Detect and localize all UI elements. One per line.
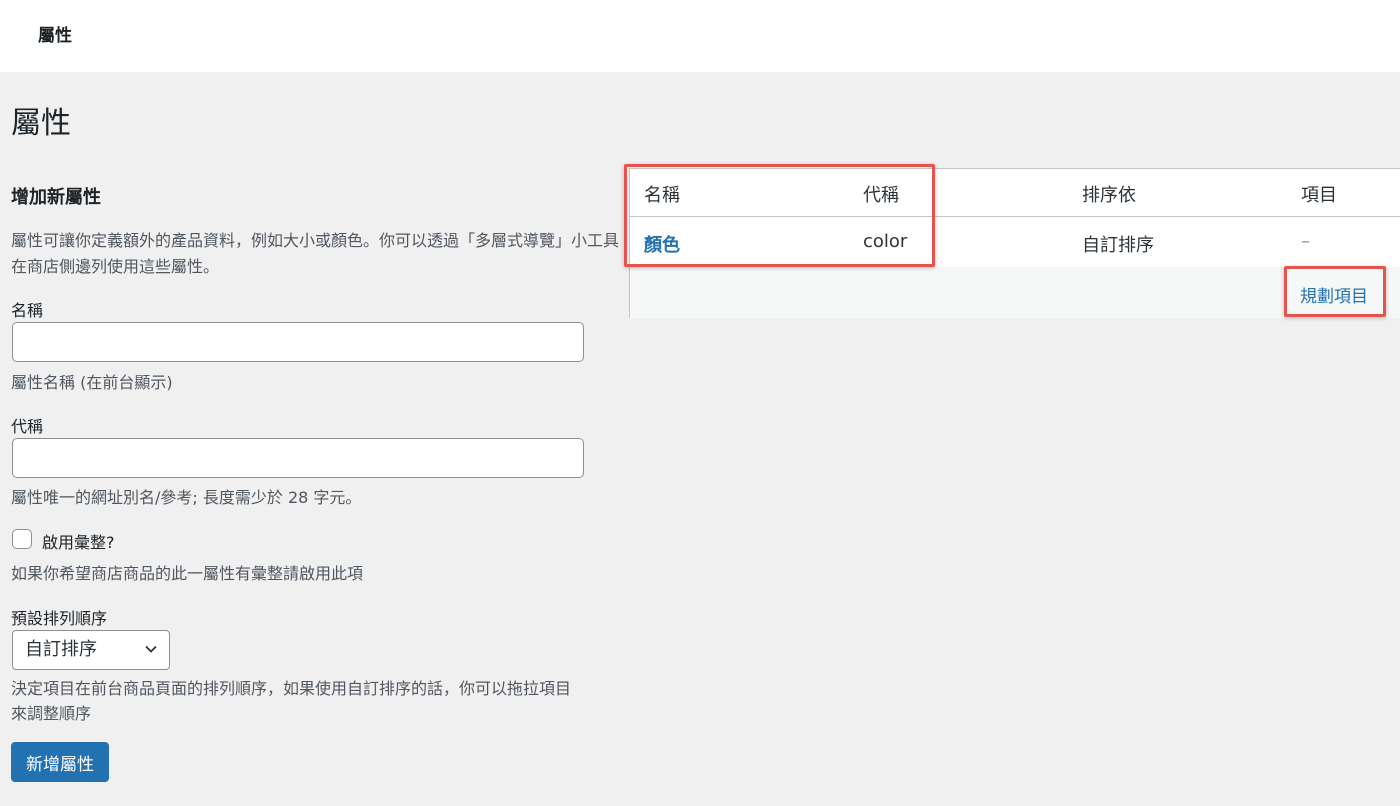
page-title: 屬性 xyxy=(11,106,71,141)
form-heading: 增加新屬性 xyxy=(11,187,101,208)
slug-input[interactable] xyxy=(12,438,584,478)
configure-terms-link[interactable]: 規劃項目 xyxy=(1300,282,1368,307)
default-order-select[interactable]: 自訂排序 xyxy=(12,630,170,670)
enable-archives-label: 啟用彙整? xyxy=(42,533,115,552)
name-label: 名稱 xyxy=(11,301,44,320)
column-header-order-by[interactable]: 排序依 xyxy=(1082,181,1136,207)
attribute-name-link[interactable]: 顏色 xyxy=(644,231,680,257)
attribute-terms: – xyxy=(1301,231,1310,252)
default-order-help: 決定項目在前台商品頁面的排列順序，如果使用自訂排序的話，你可以拖拉項目來調整順序 xyxy=(11,679,572,723)
default-order-label: 預設排列順序 xyxy=(11,609,108,628)
table-row-actions: 規劃項目 xyxy=(630,267,1400,318)
attribute-order-by: 自訂排序 xyxy=(1082,235,1154,256)
add-attribute-button[interactable]: 新增屬性 xyxy=(11,742,109,782)
top-bar-title: 屬性 xyxy=(38,26,72,46)
default-order-value: 自訂排序 xyxy=(25,639,97,660)
enable-archives-help: 如果你希望商店商品的此一屬性有彙整請啟用此項 xyxy=(11,564,364,583)
attributes-table: 名稱 代稱 排序依 項目 顏色 color 自訂排序 – 規劃項目 xyxy=(629,168,1400,318)
form-description: 屬性可讓你定義額外的產品資料，例如大小或顏色。你可以透過「多層式導覽」小工具在商… xyxy=(11,231,620,276)
slug-label: 代稱 xyxy=(11,417,44,436)
column-header-slug[interactable]: 代稱 xyxy=(863,181,899,207)
name-input[interactable] xyxy=(12,322,584,362)
column-header-name[interactable]: 名稱 xyxy=(644,181,680,207)
attribute-slug: color xyxy=(863,231,908,252)
slug-help: 屬性唯一的網址別名/參考; 長度需少於 28 字元。 xyxy=(11,488,362,507)
enable-archives-checkbox[interactable] xyxy=(12,529,32,549)
column-header-terms[interactable]: 項目 xyxy=(1301,181,1337,207)
top-bar: 屬性 xyxy=(0,0,1400,72)
name-help: 屬性名稱 (在前台顯示) xyxy=(11,373,173,392)
table-header: 名稱 代稱 排序依 項目 xyxy=(630,169,1400,217)
chevron-down-icon xyxy=(145,645,157,653)
